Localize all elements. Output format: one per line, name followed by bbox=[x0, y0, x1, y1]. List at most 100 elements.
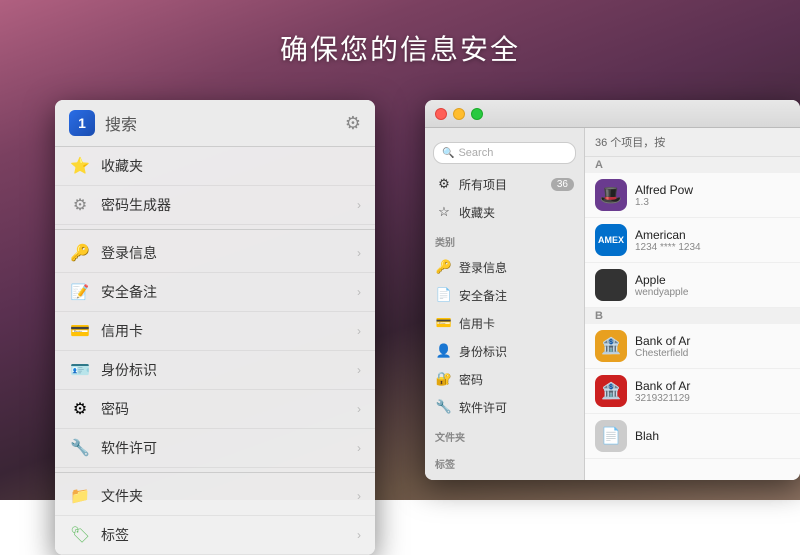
main-window: 🔍 Search ⚙ 所有项目 36 ☆ 收藏夹 类别 🔑 登录信息 📄 bbox=[425, 100, 800, 480]
star-icon: ☆ bbox=[435, 203, 453, 221]
mini-menu-label: 收藏夹 bbox=[101, 156, 361, 176]
chevron-right-icon: › bbox=[357, 246, 361, 260]
mini-menu-item-notes[interactable]: 📝 安全备注 › bbox=[55, 273, 375, 312]
item-name: Apple bbox=[635, 273, 790, 287]
gear-icon: ⚙ bbox=[69, 194, 91, 216]
chevron-right-icon: › bbox=[357, 363, 361, 377]
list-item-text: Bank of Ar 3219321129 bbox=[635, 379, 790, 404]
divider bbox=[55, 229, 375, 230]
chevron-right-icon: › bbox=[357, 489, 361, 503]
content-header: 36 个项目，按 bbox=[585, 128, 800, 157]
section-letter-b: B bbox=[585, 308, 800, 324]
mini-menu-label: 信用卡 bbox=[101, 321, 357, 341]
list-item-alfred[interactable]: 🎩 Alfred Pow 1.3 bbox=[585, 173, 800, 218]
item-name: Bank of Ar bbox=[635, 379, 790, 393]
sidebar-label: 密码 bbox=[459, 371, 483, 388]
list-item-apple[interactable]: Apple wendyapple bbox=[585, 263, 800, 308]
sidebar-item-favorites[interactable]: ☆ 收藏夹 bbox=[425, 198, 584, 226]
folder-icon: 📁 bbox=[69, 485, 91, 507]
section-letter-a: A bbox=[585, 157, 800, 173]
sidebar-search[interactable]: 🔍 Search bbox=[433, 142, 576, 164]
bank2-icon: 🏦 bbox=[595, 375, 627, 407]
apple-icon bbox=[595, 269, 627, 301]
mini-menu-item-identity[interactable]: 🪪 身份标识 › bbox=[55, 351, 375, 390]
sidebar-item-software[interactable]: 🔧 软件许可 bbox=[425, 393, 584, 421]
mini-menu-header: 1 搜索 ⚙ bbox=[55, 100, 375, 147]
category-section-title: 类别 bbox=[425, 226, 584, 253]
sidebar: 🔍 Search ⚙ 所有项目 36 ☆ 收藏夹 类别 🔑 登录信息 📄 bbox=[425, 128, 585, 480]
mini-menu-item-logins[interactable]: 🔑 登录信息 › bbox=[55, 234, 375, 273]
alfred-icon: 🎩 bbox=[595, 179, 627, 211]
tag-icon: 🏷 bbox=[69, 524, 91, 546]
minimize-button[interactable] bbox=[453, 108, 465, 120]
list-item-amex[interactable]: AMEX American 1234 **** 1234 bbox=[585, 218, 800, 263]
chevron-right-icon: › bbox=[357, 528, 361, 542]
item-name: Blah bbox=[635, 429, 790, 443]
sidebar-label: 信用卡 bbox=[459, 315, 495, 332]
sidebar-label: 软件许可 bbox=[459, 399, 507, 416]
mini-menu-label: 安全备注 bbox=[101, 282, 357, 302]
software-icon: 🔧 bbox=[435, 398, 453, 416]
gear-icon[interactable]: ⚙ bbox=[345, 113, 361, 134]
list-item-bankofar2[interactable]: 🏦 Bank of Ar 3219321129 bbox=[585, 369, 800, 414]
sidebar-item-all[interactable]: ⚙ 所有项目 36 bbox=[425, 170, 584, 198]
star-icon: ⭐ bbox=[69, 155, 91, 177]
password-icon: 🔐 bbox=[435, 370, 453, 388]
divider bbox=[55, 472, 375, 473]
mini-menu-item-tags[interactable]: 🏷 标签 › bbox=[55, 516, 375, 555]
mini-search-label: 搜索 bbox=[105, 111, 345, 135]
mini-menu-item-favorites[interactable]: ⭐ 收藏夹 bbox=[55, 147, 375, 186]
mini-menu-label: 登录信息 bbox=[101, 243, 357, 263]
sidebar-item-creditcard[interactable]: 💳 信用卡 bbox=[425, 309, 584, 337]
mini-menu-label: 标签 bbox=[101, 525, 357, 545]
app-logo: 1 bbox=[69, 110, 95, 136]
sidebar-item-identity[interactable]: 👤 身份标识 bbox=[425, 337, 584, 365]
chevron-right-icon: › bbox=[357, 402, 361, 416]
item-name: Bank of Ar bbox=[635, 334, 790, 348]
list-item-text: Alfred Pow 1.3 bbox=[635, 183, 790, 208]
list-item-text: Blah bbox=[635, 429, 790, 443]
bank1-icon: 🏦 bbox=[595, 330, 627, 362]
sidebar-item-logins[interactable]: 🔑 登录信息 bbox=[425, 253, 584, 281]
amex-icon: AMEX bbox=[595, 224, 627, 256]
all-items-icon: ⚙ bbox=[435, 175, 453, 193]
item-name: Alfred Pow bbox=[635, 183, 790, 197]
list-item-bankofar1[interactable]: 🏦 Bank of Ar Chesterfield bbox=[585, 324, 800, 369]
sidebar-label: 所有项目 bbox=[459, 176, 507, 193]
close-button[interactable] bbox=[435, 108, 447, 120]
mini-menu-item-creditcard[interactable]: 💳 信用卡 › bbox=[55, 312, 375, 351]
mini-menu: 1 搜索 ⚙ ⭐ 收藏夹 ⚙ 密码生成器 › 🔑 登录信息 › 📝 安全备注 ›… bbox=[55, 100, 375, 555]
mini-menu-label: 文件夹 bbox=[101, 486, 357, 506]
sidebar-item-passwords[interactable]: 🔐 密码 bbox=[425, 365, 584, 393]
list-item-text: American 1234 **** 1234 bbox=[635, 228, 790, 253]
creditcard-icon: 💳 bbox=[69, 320, 91, 342]
creditcard-icon: 💳 bbox=[435, 314, 453, 332]
key-icon: 🔑 bbox=[69, 242, 91, 264]
content-area: 36 个项目，按 A 🎩 Alfred Pow 1.3 AMEX America… bbox=[585, 128, 800, 480]
mini-menu-item-password[interactable]: ⚙ 密码 › bbox=[55, 390, 375, 429]
note-icon: 📝 bbox=[69, 281, 91, 303]
item-sub: Chesterfield bbox=[635, 348, 790, 359]
identity-icon: 🪪 bbox=[69, 359, 91, 381]
note-icon: 📄 bbox=[435, 286, 453, 304]
title-bar bbox=[425, 100, 800, 128]
chevron-right-icon: › bbox=[357, 285, 361, 299]
chevron-right-icon: › bbox=[357, 324, 361, 338]
tags-section-title: 标签 bbox=[425, 448, 584, 475]
blah-icon: 📄 bbox=[595, 420, 627, 452]
mini-menu-item-folder[interactable]: 📁 文件夹 › bbox=[55, 477, 375, 516]
software-icon: 🔧 bbox=[69, 437, 91, 459]
item-sub: 1.3 bbox=[635, 197, 790, 208]
mini-menu-item-password-gen[interactable]: ⚙ 密码生成器 › bbox=[55, 186, 375, 225]
mini-menu-label: 软件许可 bbox=[101, 438, 357, 458]
traffic-lights bbox=[435, 108, 483, 120]
chevron-right-icon: › bbox=[357, 441, 361, 455]
list-item-text: Apple wendyapple bbox=[635, 273, 790, 298]
maximize-button[interactable] bbox=[471, 108, 483, 120]
list-item-blah[interactable]: 📄 Blah bbox=[585, 414, 800, 459]
item-sub: 3219321129 bbox=[635, 393, 790, 404]
search-placeholder: Search bbox=[458, 147, 493, 159]
mini-menu-item-software[interactable]: 🔧 软件许可 › bbox=[55, 429, 375, 468]
sidebar-item-notes[interactable]: 📄 安全备注 bbox=[425, 281, 584, 309]
identity-icon: 👤 bbox=[435, 342, 453, 360]
